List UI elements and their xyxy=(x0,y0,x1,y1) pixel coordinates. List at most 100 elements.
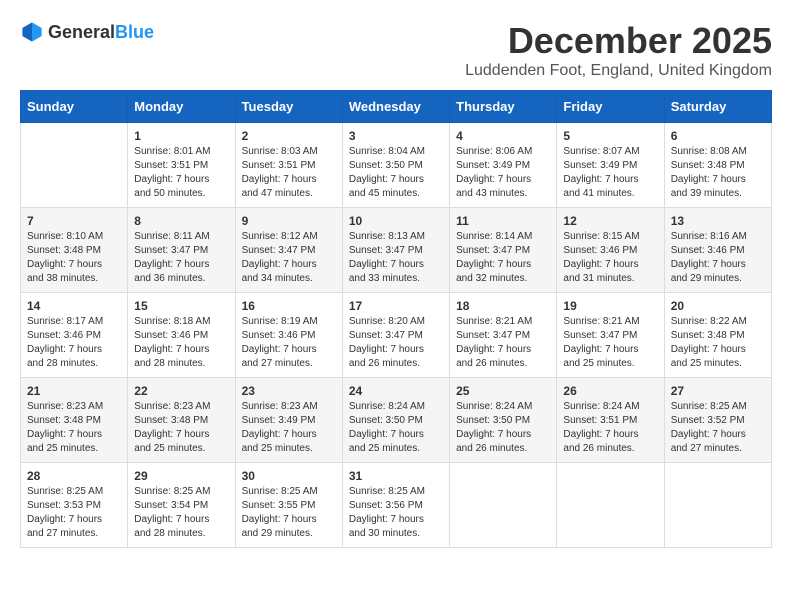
day-number: 14 xyxy=(27,299,121,313)
calendar-cell: 28 Sunrise: 8:25 AMSunset: 3:53 PMDayligh… xyxy=(21,463,128,548)
day-number: 18 xyxy=(456,299,550,313)
week-row-5: 28 Sunrise: 8:25 AMSunset: 3:53 PMDayligh… xyxy=(21,463,772,548)
day-number: 31 xyxy=(349,469,443,483)
day-number: 17 xyxy=(349,299,443,313)
title-section: December 2025 Luddenden Foot, England, U… xyxy=(465,20,772,80)
calendar-cell: 12 Sunrise: 8:15 AMSunset: 3:46 PMDayligh… xyxy=(557,208,664,293)
month-title: December 2025 xyxy=(465,20,772,62)
day-info: Sunrise: 8:20 AMSunset: 3:47 PMDaylight:… xyxy=(349,315,443,371)
logo-text-general: General xyxy=(48,22,115,42)
day-number: 27 xyxy=(671,384,765,398)
day-number: 8 xyxy=(134,214,228,228)
calendar-table: SundayMondayTuesdayWednesdayThursdayFrid… xyxy=(20,90,772,548)
day-info: Sunrise: 8:14 AMSunset: 3:47 PMDaylight:… xyxy=(456,230,550,286)
location-title: Luddenden Foot, England, United Kingdom xyxy=(465,62,772,80)
day-info: Sunrise: 8:23 AMSunset: 3:49 PMDaylight:… xyxy=(242,400,336,456)
day-number: 2 xyxy=(242,129,336,143)
header-day-sunday: Sunday xyxy=(21,91,128,123)
calendar-cell: 22Sunrise: 8:23 AMSunset: 3:48 PMDayligh… xyxy=(128,378,235,463)
calendar-cell: 24Sunrise: 8:24 AMSunset: 3:50 PMDayligh… xyxy=(342,378,449,463)
calendar-cell: 31 Sunrise: 8:25 AMSunset: 3:56 PMDayligh… xyxy=(342,463,449,548)
calendar-cell: 7 Sunrise: 8:10 AMSunset: 3:48 PMDaylight… xyxy=(21,208,128,293)
day-info: Sunrise: 8:25 AMSunset: 3:54 PMDaylight:… xyxy=(134,485,228,541)
week-row-1: 1 Sunrise: 8:01 AMSunset: 3:51 PMDaylight… xyxy=(21,123,772,208)
week-row-2: 7 Sunrise: 8:10 AMSunset: 3:48 PMDaylight… xyxy=(21,208,772,293)
calendar-cell: 2 Sunrise: 8:03 AMSunset: 3:51 PMDaylight… xyxy=(235,123,342,208)
day-info: Sunrise: 8:24 AMSunset: 3:51 PMDaylight:… xyxy=(563,400,657,456)
day-number: 9 xyxy=(242,214,336,228)
day-info: Sunrise: 8:25 AMSunset: 3:53 PMDaylight:… xyxy=(27,485,121,541)
header-day-wednesday: Wednesday xyxy=(342,91,449,123)
day-number: 12 xyxy=(563,214,657,228)
calendar-cell: 14Sunrise: 8:17 AMSunset: 3:46 PMDayligh… xyxy=(21,293,128,378)
calendar-cell: 29 Sunrise: 8:25 AMSunset: 3:54 PMDayligh… xyxy=(128,463,235,548)
calendar-cell: 17 Sunrise: 8:20 AMSunset: 3:47 PMDayligh… xyxy=(342,293,449,378)
day-info: Sunrise: 8:06 AMSunset: 3:49 PMDaylight:… xyxy=(456,145,550,201)
day-number: 4 xyxy=(456,129,550,143)
day-number: 15 xyxy=(134,299,228,313)
day-number: 26 xyxy=(563,384,657,398)
calendar-cell: 8 Sunrise: 8:11 AMSunset: 3:47 PMDaylight… xyxy=(128,208,235,293)
calendar-cell: 23 Sunrise: 8:23 AMSunset: 3:49 PMDayligh… xyxy=(235,378,342,463)
calendar-cell: 21Sunrise: 8:23 AMSunset: 3:48 PMDayligh… xyxy=(21,378,128,463)
day-info: Sunrise: 8:24 AMSunset: 3:50 PMDaylight:… xyxy=(456,400,550,456)
week-row-4: 21Sunrise: 8:23 AMSunset: 3:48 PMDayligh… xyxy=(21,378,772,463)
calendar-cell: 19 Sunrise: 8:21 AMSunset: 3:47 PMDayligh… xyxy=(557,293,664,378)
day-number: 25 xyxy=(456,384,550,398)
day-number: 7 xyxy=(27,214,121,228)
week-row-3: 14Sunrise: 8:17 AMSunset: 3:46 PMDayligh… xyxy=(21,293,772,378)
day-info: Sunrise: 8:10 AMSunset: 3:48 PMDaylight:… xyxy=(27,230,121,286)
day-info: Sunrise: 8:03 AMSunset: 3:51 PMDaylight:… xyxy=(242,145,336,201)
calendar-cell xyxy=(557,463,664,548)
day-info: Sunrise: 8:25 AMSunset: 3:55 PMDaylight:… xyxy=(242,485,336,541)
day-number: 30 xyxy=(242,469,336,483)
day-number: 22 xyxy=(134,384,228,398)
day-number: 13 xyxy=(671,214,765,228)
calendar-cell: 13 Sunrise: 8:16 AMSunset: 3:46 PMDayligh… xyxy=(664,208,771,293)
calendar-cell: 16 Sunrise: 8:19 AMSunset: 3:46 PMDayligh… xyxy=(235,293,342,378)
day-info: Sunrise: 8:12 AMSunset: 3:47 PMDaylight:… xyxy=(242,230,336,286)
day-info: Sunrise: 8:21 AMSunset: 3:47 PMDaylight:… xyxy=(563,315,657,371)
day-number: 10 xyxy=(349,214,443,228)
day-number: 19 xyxy=(563,299,657,313)
day-number: 3 xyxy=(349,129,443,143)
day-number: 5 xyxy=(563,129,657,143)
day-number: 24 xyxy=(349,384,443,398)
day-info: Sunrise: 8:19 AMSunset: 3:46 PMDaylight:… xyxy=(242,315,336,371)
day-number: 21 xyxy=(27,384,121,398)
day-number: 6 xyxy=(671,129,765,143)
calendar-cell: 5 Sunrise: 8:07 AMSunset: 3:49 PMDaylight… xyxy=(557,123,664,208)
calendar-cell: 11 Sunrise: 8:14 AMSunset: 3:47 PMDayligh… xyxy=(450,208,557,293)
calendar-cell xyxy=(21,123,128,208)
calendar-cell xyxy=(664,463,771,548)
day-number: 29 xyxy=(134,469,228,483)
day-number: 16 xyxy=(242,299,336,313)
calendar-cell: 9 Sunrise: 8:12 AMSunset: 3:47 PMDaylight… xyxy=(235,208,342,293)
calendar-cell: 25 Sunrise: 8:24 AMSunset: 3:50 PMDayligh… xyxy=(450,378,557,463)
calendar-cell: 27Sunrise: 8:25 AMSunset: 3:52 PMDayligh… xyxy=(664,378,771,463)
day-number: 1 xyxy=(134,129,228,143)
header-row: SundayMondayTuesdayWednesdayThursdayFrid… xyxy=(21,91,772,123)
header-day-monday: Monday xyxy=(128,91,235,123)
calendar-cell: 30 Sunrise: 8:25 AMSunset: 3:55 PMDayligh… xyxy=(235,463,342,548)
day-info: Sunrise: 8:16 AMSunset: 3:46 PMDaylight:… xyxy=(671,230,765,286)
day-number: 28 xyxy=(27,469,121,483)
day-number: 23 xyxy=(242,384,336,398)
day-info: Sunrise: 8:07 AMSunset: 3:49 PMDaylight:… xyxy=(563,145,657,201)
calendar-cell: 3Sunrise: 8:04 AMSunset: 3:50 PMDaylight… xyxy=(342,123,449,208)
day-info: Sunrise: 8:18 AMSunset: 3:46 PMDaylight:… xyxy=(134,315,228,371)
day-info: Sunrise: 8:15 AMSunset: 3:46 PMDaylight:… xyxy=(563,230,657,286)
logo-text-blue: Blue xyxy=(115,22,154,42)
calendar-cell: 6Sunrise: 8:08 AMSunset: 3:48 PMDaylight… xyxy=(664,123,771,208)
day-number: 11 xyxy=(456,214,550,228)
calendar-cell: 10 Sunrise: 8:13 AMSunset: 3:47 PMDayligh… xyxy=(342,208,449,293)
calendar-cell: 20Sunrise: 8:22 AMSunset: 3:48 PMDayligh… xyxy=(664,293,771,378)
calendar-cell: 18Sunrise: 8:21 AMSunset: 3:47 PMDayligh… xyxy=(450,293,557,378)
day-info: Sunrise: 8:13 AMSunset: 3:47 PMDaylight:… xyxy=(349,230,443,286)
day-info: Sunrise: 8:11 AMSunset: 3:47 PMDaylight:… xyxy=(134,230,228,286)
day-info: Sunrise: 8:22 AMSunset: 3:48 PMDaylight:… xyxy=(671,315,765,371)
day-info: Sunrise: 8:01 AMSunset: 3:51 PMDaylight:… xyxy=(134,145,228,201)
day-info: Sunrise: 8:25 AMSunset: 3:56 PMDaylight:… xyxy=(349,485,443,541)
calendar-cell: 26 Sunrise: 8:24 AMSunset: 3:51 PMDayligh… xyxy=(557,378,664,463)
header-day-saturday: Saturday xyxy=(664,91,771,123)
